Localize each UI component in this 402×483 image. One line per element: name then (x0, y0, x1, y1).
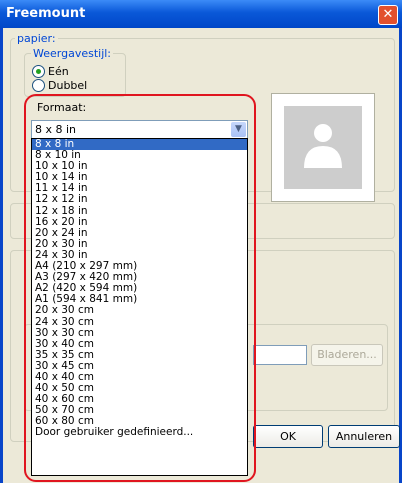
formaat-combobox[interactable]: 8 x 8 in ▼ (31, 120, 248, 139)
formaat-dropdown-list[interactable]: 8 x 8 in 8 x 10 in 10 x 10 in 10 x 14 in 11 … (31, 138, 248, 476)
weergavestijl-label: Weergavestijl: (31, 47, 114, 60)
dropdown-option[interactable]: Door gebruiker gedefinieerd... (32, 427, 247, 438)
ok-button[interactable]: OK (253, 425, 323, 448)
preview-panel (271, 93, 375, 202)
dialog-window: Freemount ✕ papier: Weergavestijl: Eén D… (0, 0, 402, 483)
radio-dubbel[interactable]: Dubbel (32, 79, 87, 92)
preview-placeholder (284, 106, 362, 189)
papier-group-label: papier: (15, 32, 58, 45)
chevron-down-icon[interactable]: ▼ (231, 122, 246, 137)
radio-een-label: Eén (48, 65, 69, 78)
dropdown-option[interactable]: 12 x 12 in (32, 194, 247, 205)
radio-circle-selected[interactable] (32, 65, 45, 78)
dropdown-option[interactable]: 12 x 18 in (32, 205, 247, 217)
formaat-label: Formaat: (37, 101, 87, 114)
cancel-button[interactable]: Annuleren (328, 425, 400, 448)
title-bar[interactable]: Freemount ✕ (0, 0, 402, 28)
radio-dubbel-label: Dubbel (48, 79, 88, 92)
person-icon (304, 124, 342, 168)
close-icon[interactable]: ✕ (378, 5, 398, 25)
path-input[interactable] (253, 345, 307, 365)
radio-circle[interactable] (32, 79, 45, 92)
dropdown-option[interactable]: 24 x 30 cm (32, 316, 247, 328)
dropdown-option[interactable]: 20 x 30 cm (32, 305, 247, 316)
formaat-selected-value: 8 x 8 in (35, 123, 77, 136)
window-title: Freemount (6, 6, 86, 21)
browse-button[interactable]: Bladeren... (311, 344, 383, 366)
radio-een[interactable]: Eén (32, 65, 69, 78)
